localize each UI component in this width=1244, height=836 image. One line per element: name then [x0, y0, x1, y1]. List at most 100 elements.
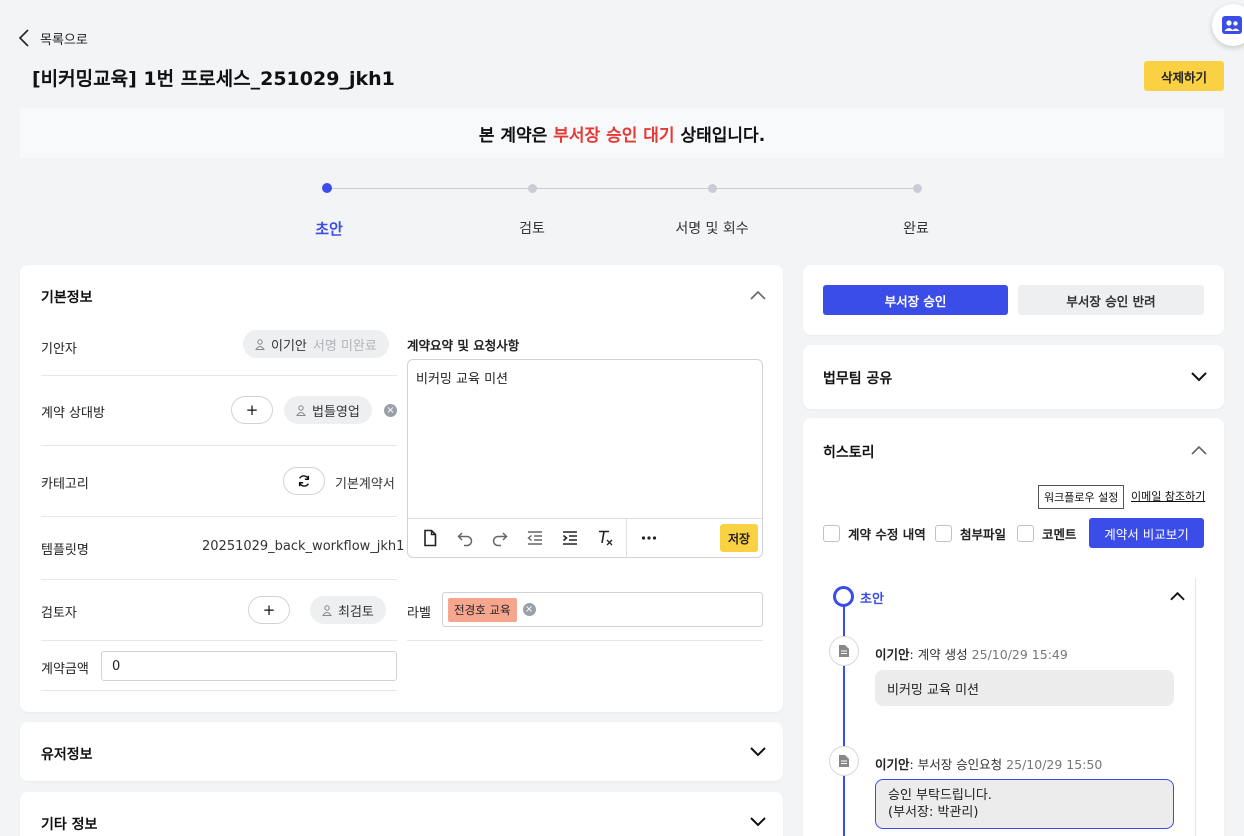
timeline-stage-marker [833, 586, 854, 607]
history-message: 비커밍 교육 미션 [875, 670, 1174, 706]
amount-input[interactable]: 0 [101, 651, 397, 681]
drafter-pill: 이기안 서명 미완료 [243, 330, 389, 358]
step-label-review: 검토 [519, 221, 545, 237]
divider [41, 516, 397, 517]
history-entry-meta: 이기안: 부서장 승인요청 25/10/29 15:50 [875, 754, 1102, 773]
refresh-category-button[interactable] [283, 467, 325, 495]
entry-action: : 계약 생성 [909, 647, 968, 662]
person-icon [322, 604, 332, 616]
template-label: 템플릿명 [41, 543, 89, 558]
history-message: 승인 부탁드립니다. (부서장: 박관리) [875, 779, 1174, 829]
indent-icon[interactable] [552, 519, 587, 558]
category-value: 기본계약서 [335, 477, 395, 492]
outdent-icon[interactable] [517, 519, 552, 558]
filter-comments[interactable]: 코멘트 [1017, 524, 1077, 543]
step-dot-review [528, 184, 537, 193]
chevron-up-icon[interactable] [1170, 591, 1185, 601]
remove-tag-icon[interactable]: × [522, 603, 536, 616]
drafter-status: 서명 미완료 [312, 338, 377, 354]
step-dot-done [913, 184, 922, 193]
counterparty-name: 법틀영업 [312, 404, 360, 420]
refresh-icon [298, 475, 310, 487]
workflow-settings-button[interactable]: 워크플로우 설정 [1038, 485, 1125, 509]
timeline-node [829, 636, 859, 666]
banner-suffix: 상태입니다. [674, 125, 766, 146]
summary-editor[interactable]: 비커밍 교육 미션 저장 [407, 359, 763, 558]
redo-icon[interactable] [482, 519, 517, 558]
reviewer-label: 검토자 [41, 606, 77, 621]
divider [407, 640, 763, 641]
divider [41, 690, 397, 691]
chevron-down-icon[interactable] [1191, 372, 1207, 382]
people-float-button[interactable] [1212, 4, 1244, 46]
document-icon [839, 755, 849, 767]
approve-button[interactable]: 부서장 승인 [823, 285, 1008, 315]
other-info-title: 기타 정보 [41, 817, 98, 833]
chevron-up-icon[interactable] [750, 290, 766, 300]
divider [41, 375, 397, 376]
filter-label: 코멘트 [1042, 527, 1077, 542]
message-line: (부서장: 박관리) [888, 805, 979, 820]
summary-text[interactable]: 비커밍 교육 미션 [408, 360, 762, 395]
reviewer-name: 최검토 [338, 604, 374, 620]
step-dot-draft [322, 183, 332, 193]
checkbox[interactable] [1017, 525, 1034, 542]
divider [41, 640, 397, 641]
stepper-line [327, 188, 919, 189]
page-title: [비커밍교육] 1번 프로세스_251029_jkh1 [32, 68, 395, 90]
filter-edit-history[interactable]: 계약 수정 내역 [823, 524, 926, 543]
message-line: 비커밍 교육 미션 [887, 682, 979, 698]
summary-save-button[interactable]: 저장 [720, 524, 758, 552]
amount-label: 계약금액 [41, 662, 89, 677]
filter-attachments[interactable]: 첨부파일 [935, 524, 1006, 543]
email-cc-link[interactable]: 이메일 참조하기 [1131, 488, 1205, 504]
chevron-down-icon[interactable] [750, 747, 766, 757]
drafter-label: 기안자 [41, 342, 77, 357]
counterparty-label: 계약 상대방 [41, 406, 105, 421]
user-info-card[interactable] [20, 722, 783, 781]
tag-chip: 전경호 교육 [448, 597, 517, 622]
timeline-node [829, 746, 859, 776]
compare-button[interactable]: 계약서 비교보기 [1089, 518, 1204, 548]
timeline-stage-label: 초안 [860, 592, 884, 607]
legal-share-title: 법무팀 공유 [823, 371, 893, 387]
entry-author: 이기안 [875, 647, 910, 662]
more-icon[interactable] [631, 519, 666, 558]
clear-format-icon[interactable] [587, 519, 622, 558]
entry-time: 25/10/29 15:50 [1006, 757, 1103, 772]
counterparty-pill: 법틀영업 [284, 396, 372, 424]
entry-author: 이기안 [875, 757, 910, 772]
step-label-draft: 초안 [315, 220, 343, 238]
other-info-card[interactable] [20, 792, 783, 836]
document-icon[interactable] [412, 519, 447, 558]
checkbox[interactable] [935, 525, 952, 542]
chevron-left-icon [18, 29, 29, 47]
back-label: 목록으로 [40, 32, 88, 48]
reject-button[interactable]: 부서장 승인 반려 [1018, 285, 1204, 315]
chevron-up-icon[interactable] [1191, 445, 1207, 455]
checkbox[interactable] [823, 525, 840, 542]
step-label-done: 완료 [903, 221, 929, 237]
undo-icon[interactable] [447, 519, 482, 558]
remove-counterparty-icon[interactable]: × [384, 404, 397, 417]
add-counterparty-button[interactable]: + [231, 396, 273, 424]
toolbar-divider [626, 518, 627, 558]
tag-label: 라벨 [407, 606, 431, 621]
history-scrollbar[interactable] [1195, 578, 1196, 836]
history-card [803, 418, 1224, 836]
entry-time: 25/10/29 15:49 [971, 647, 1068, 662]
category-label: 카테고리 [41, 477, 89, 492]
banner-status: 부서장 승인 대기 [553, 125, 675, 146]
filter-label: 계약 수정 내역 [848, 527, 926, 542]
step-label-sign: 서명 및 회수 [675, 221, 749, 237]
person-icon [255, 338, 265, 350]
divider [41, 445, 397, 446]
tag-input[interactable]: 전경호 교육 × [442, 592, 763, 627]
status-banner: 본 계약은 부서장 승인 대기 상태입니다. [20, 108, 1224, 158]
chevron-down-icon[interactable] [750, 817, 766, 827]
user-info-title: 유저정보 [41, 747, 93, 763]
add-reviewer-button[interactable]: + [248, 596, 290, 624]
delete-button[interactable]: 삭제하기 [1144, 61, 1224, 91]
back-link[interactable]: 목록으로 [18, 28, 88, 48]
entry-action: : 부서장 승인요청 [909, 757, 1003, 772]
